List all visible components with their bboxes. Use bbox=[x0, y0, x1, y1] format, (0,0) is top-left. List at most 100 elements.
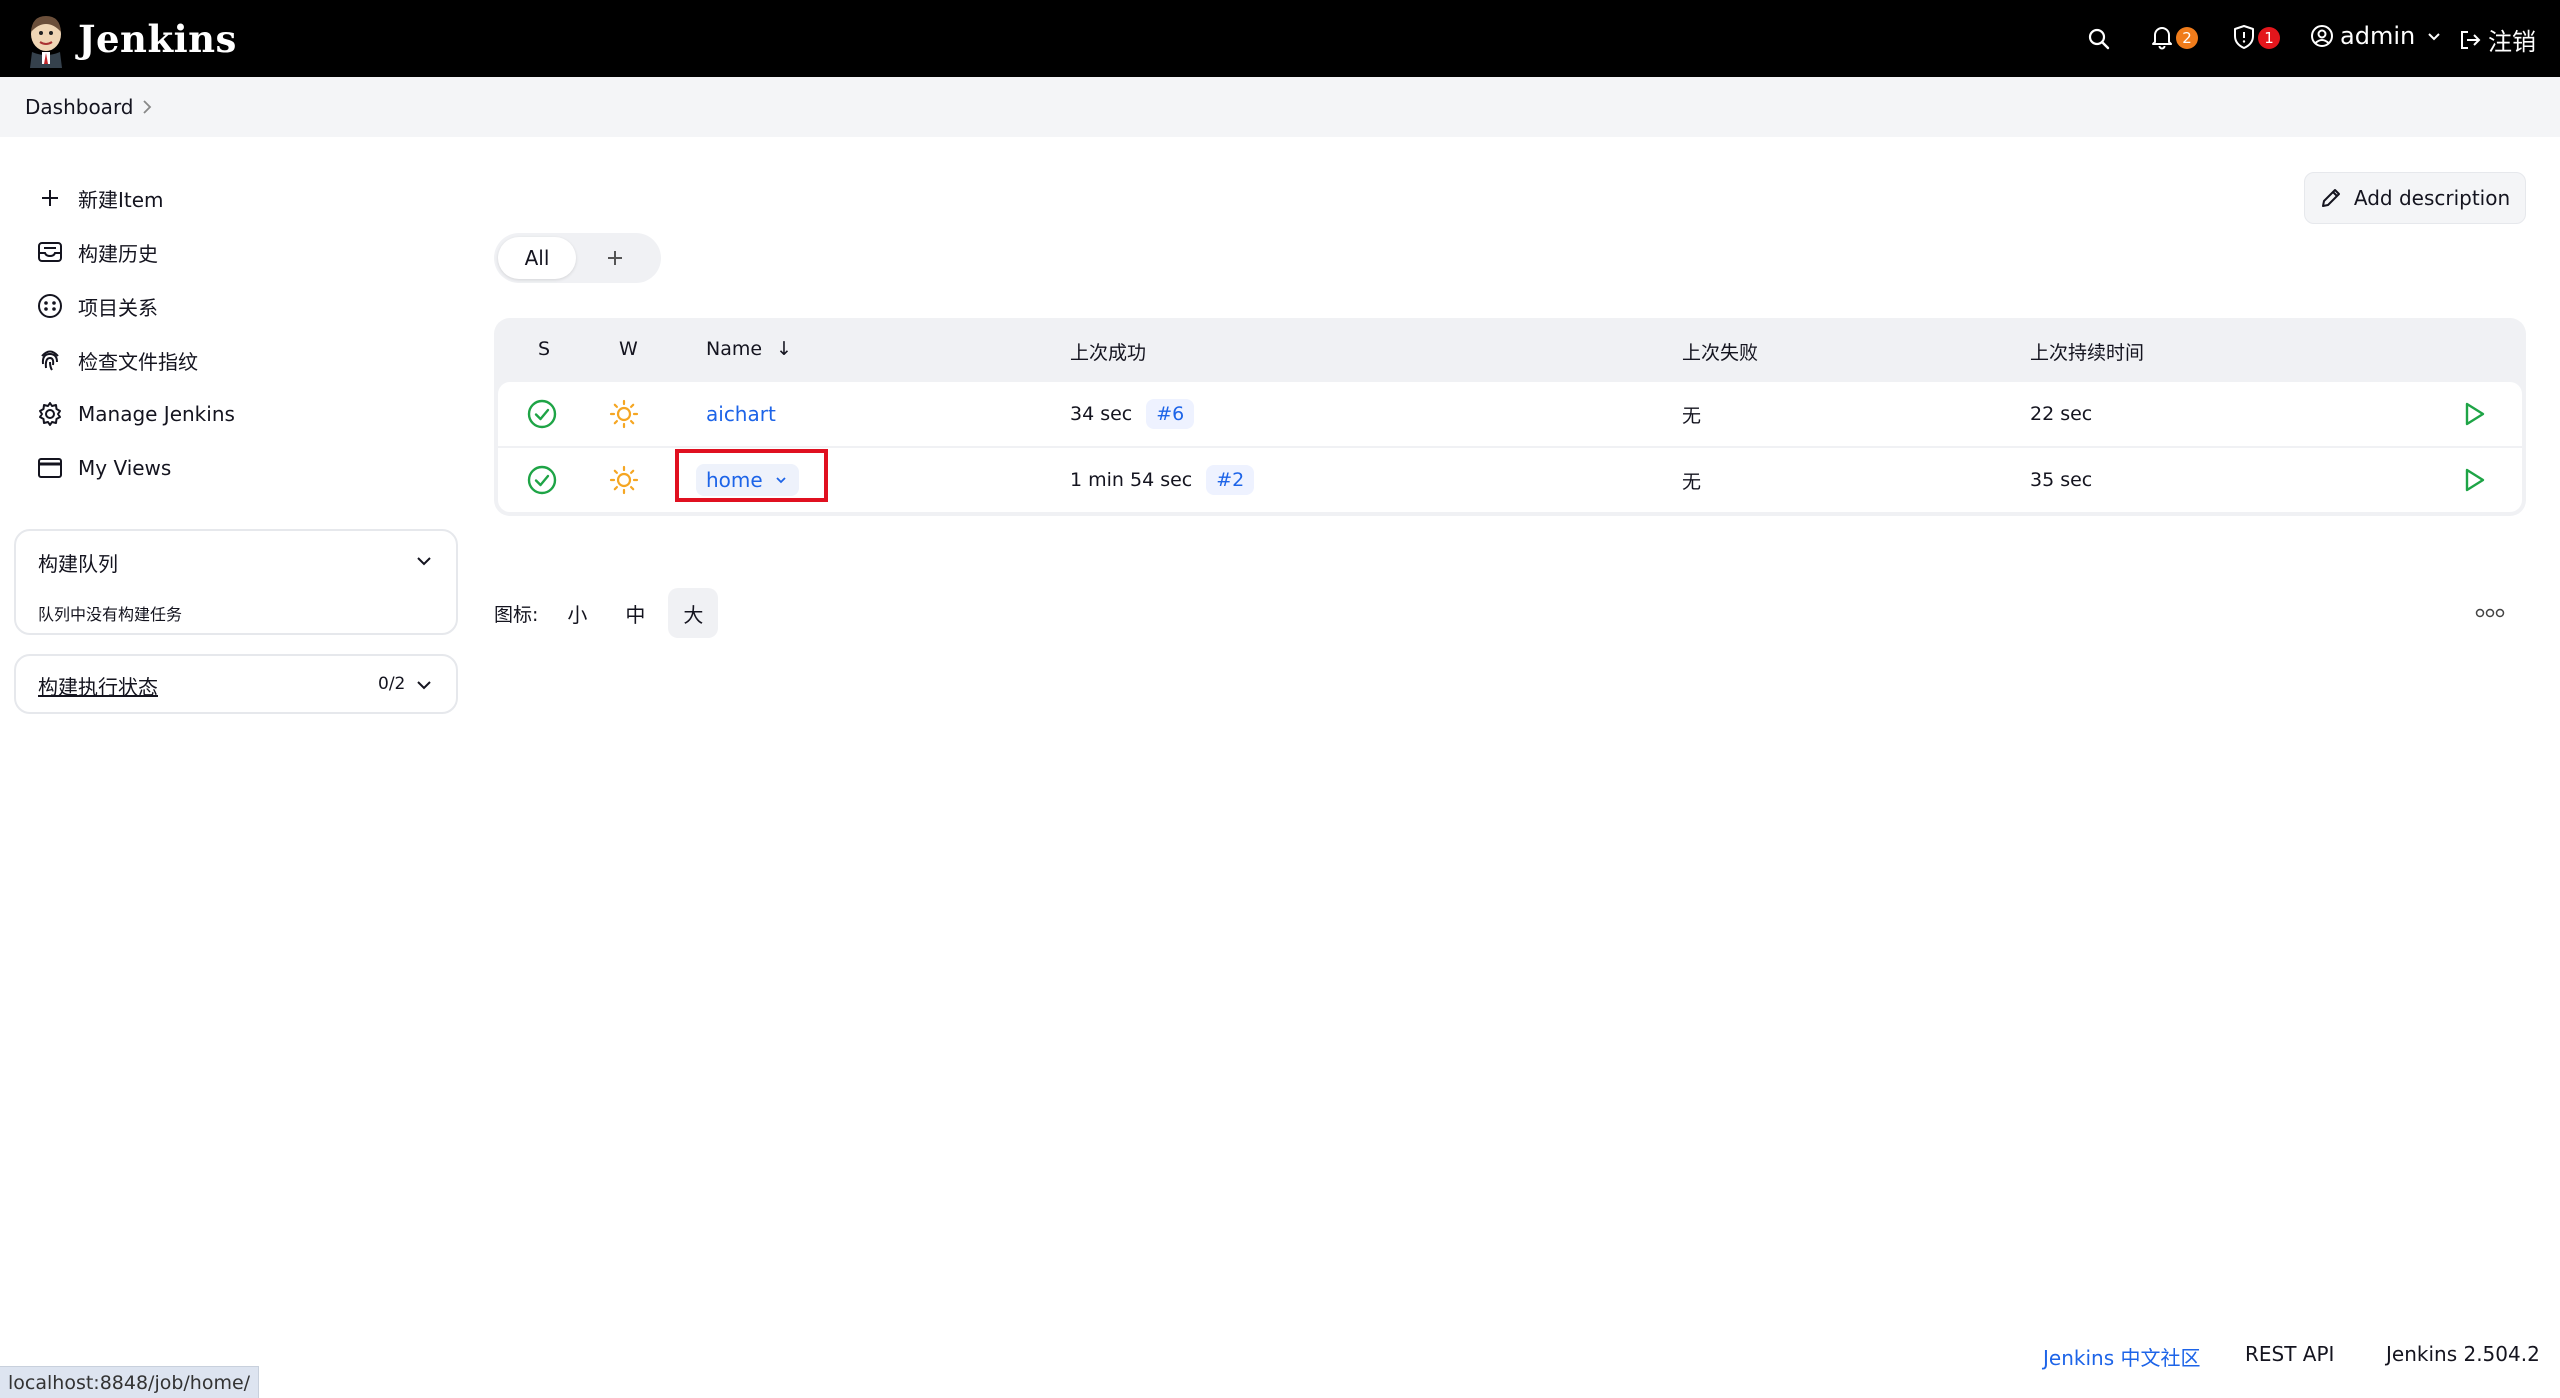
top-header: Jenkins 2 1 admin 注销 bbox=[0, 0, 2560, 77]
last-duration-value: 22 sec bbox=[2030, 403, 2093, 425]
executor-status-title[interactable]: 构建执行状态 bbox=[38, 671, 158, 700]
logout-button[interactable]: 注销 bbox=[2458, 22, 2536, 57]
icon-size-medium[interactable]: 中 bbox=[610, 588, 660, 638]
icon-size-small[interactable]: 小 bbox=[552, 588, 602, 638]
chevron-down-icon[interactable] bbox=[414, 551, 434, 571]
status-success-icon bbox=[526, 382, 558, 446]
last-failure-value: 无 bbox=[1682, 404, 1702, 427]
pencil-icon bbox=[2321, 189, 2340, 207]
sidebar-item-label: 项目关系 bbox=[78, 295, 158, 320]
plus-icon bbox=[608, 251, 622, 265]
sidebar-item-fingerprint[interactable]: 检查文件指纹 bbox=[36, 342, 198, 378]
col-weather[interactable]: W bbox=[619, 338, 638, 360]
sidebar-item-project-relationship[interactable]: 项目关系 bbox=[36, 288, 158, 324]
executor-count: 0/2 bbox=[378, 674, 406, 694]
last-success-cell: 1 min 54 sec #2 bbox=[1070, 448, 1255, 512]
chevron-down-icon[interactable] bbox=[414, 675, 434, 695]
user-menu[interactable]: admin bbox=[2310, 22, 2443, 50]
sidebar-item-my-views[interactable]: My Views bbox=[36, 450, 171, 486]
col-status[interactable]: S bbox=[538, 338, 550, 360]
play-icon bbox=[2465, 468, 2485, 492]
table-row: aichart 34 sec #6 无 22 sec bbox=[498, 382, 2522, 446]
last-duration-cell: 22 sec bbox=[2030, 382, 2092, 446]
col-last-success[interactable]: 上次成功 bbox=[1070, 338, 1146, 365]
last-duration-value: 35 sec bbox=[2030, 469, 2093, 491]
shield-icon bbox=[2234, 25, 2254, 49]
security-badge: 1 bbox=[2258, 27, 2280, 49]
add-description-button[interactable]: Add description bbox=[2304, 172, 2526, 224]
brand-name: Jenkins bbox=[78, 16, 237, 61]
last-failure-value: 无 bbox=[1682, 470, 1702, 493]
logout-icon bbox=[2461, 30, 2481, 49]
last-duration-cell: 35 sec bbox=[2030, 448, 2092, 512]
plus-icon bbox=[36, 184, 64, 212]
logout-label: 注销 bbox=[2488, 28, 2536, 56]
fingerprint-icon bbox=[36, 346, 64, 374]
search-button[interactable] bbox=[2087, 27, 2111, 51]
build-queue-title[interactable]: 构建队列 bbox=[38, 548, 118, 577]
notifications-badge: 2 bbox=[2176, 27, 2198, 49]
chevron-right-icon bbox=[143, 100, 152, 114]
table-header: S W Name ↓ 上次成功 上次失败 上次持续时间 bbox=[494, 318, 2526, 380]
window-icon bbox=[36, 454, 64, 482]
build-queue-empty-text: 队列中没有构建任务 bbox=[38, 605, 183, 624]
sidebar-item-label: Manage Jenkins bbox=[78, 402, 235, 426]
tab-all[interactable]: All bbox=[498, 237, 576, 279]
breadcrumb-dashboard[interactable]: Dashboard bbox=[25, 95, 134, 119]
security-button[interactable]: 1 bbox=[2232, 24, 2280, 50]
sidebar-item-manage-jenkins[interactable]: Manage Jenkins bbox=[36, 396, 235, 432]
sidebar-item-new-item[interactable]: 新建Item bbox=[36, 180, 164, 216]
breadcrumb: Dashboard bbox=[0, 77, 2560, 137]
search-icon bbox=[2088, 28, 2110, 49]
view-tabs: All bbox=[494, 233, 661, 283]
new-view-button[interactable] bbox=[594, 237, 636, 279]
inbox-icon bbox=[36, 238, 64, 266]
icon-size-selector: 图标: 小 中 大 bbox=[494, 588, 719, 638]
weather-sunny-icon bbox=[608, 382, 640, 446]
status-success-icon bbox=[526, 448, 558, 512]
sort-arrow-icon: ↓ bbox=[776, 338, 793, 360]
sidebar-item-label: My Views bbox=[78, 456, 172, 480]
sidebar-item-label: 构建历史 bbox=[78, 241, 158, 266]
jenkins-logo-icon bbox=[24, 12, 68, 68]
icon-size-label: 图标: bbox=[494, 603, 539, 626]
icon-size-large[interactable]: 大 bbox=[668, 588, 719, 638]
highlight-annotation-box bbox=[675, 449, 828, 502]
footer-community-link[interactable]: Jenkins 中文社区 bbox=[2043, 1342, 2200, 1371]
add-description-label: Add description bbox=[2353, 186, 2511, 210]
build-queue-panel: 构建队列 队列中没有构建任务 bbox=[14, 529, 458, 635]
build-number-link[interactable]: #6 bbox=[1146, 399, 1195, 429]
bell-icon bbox=[2152, 27, 2172, 50]
build-number-link[interactable]: #2 bbox=[1206, 465, 1255, 495]
more-options-button[interactable] bbox=[2470, 600, 2510, 626]
relationship-icon bbox=[36, 292, 64, 320]
col-last-failure[interactable]: 上次失败 bbox=[1682, 338, 1758, 365]
weather-sunny-icon bbox=[608, 448, 640, 512]
sidebar-item-label: 检查文件指纹 bbox=[78, 349, 198, 374]
chevron-down-icon bbox=[2428, 33, 2440, 41]
col-name[interactable]: Name ↓ bbox=[706, 338, 792, 360]
job-link-aichart[interactable]: aichart bbox=[706, 402, 776, 426]
notifications-button[interactable]: 2 bbox=[2150, 24, 2198, 50]
build-now-button[interactable] bbox=[2460, 448, 2488, 512]
footer-rest-api-link[interactable]: REST API bbox=[2245, 1342, 2334, 1366]
user-name: admin bbox=[2340, 22, 2416, 50]
col-name-label: Name bbox=[706, 338, 763, 360]
footer-version[interactable]: Jenkins 2.504.2 bbox=[2386, 1342, 2540, 1366]
job-name-cell: aichart bbox=[706, 382, 776, 446]
last-failure-cell: 无 bbox=[1682, 382, 1701, 446]
jenkins-home-link[interactable]: Jenkins bbox=[24, 10, 237, 68]
col-last-duration[interactable]: 上次持续时间 bbox=[2030, 338, 2144, 365]
sidebar-item-build-history[interactable]: 构建历史 bbox=[36, 234, 158, 270]
play-icon bbox=[2465, 402, 2485, 426]
last-success-time: 34 sec bbox=[1070, 403, 1133, 425]
last-success-cell: 34 sec #6 bbox=[1070, 382, 1195, 446]
executor-status-panel: 构建执行状态 0/2 bbox=[14, 654, 458, 714]
last-success-time: 1 min 54 sec bbox=[1070, 469, 1193, 491]
status-bar-url: localhost:8848/job/home/ bbox=[0, 1366, 260, 1398]
more-dots-icon bbox=[2475, 608, 2505, 618]
last-failure-cell: 无 bbox=[1682, 448, 1701, 512]
sidebar-item-label: 新建Item bbox=[78, 187, 164, 212]
gear-icon bbox=[36, 400, 64, 428]
build-now-button[interactable] bbox=[2460, 382, 2488, 446]
